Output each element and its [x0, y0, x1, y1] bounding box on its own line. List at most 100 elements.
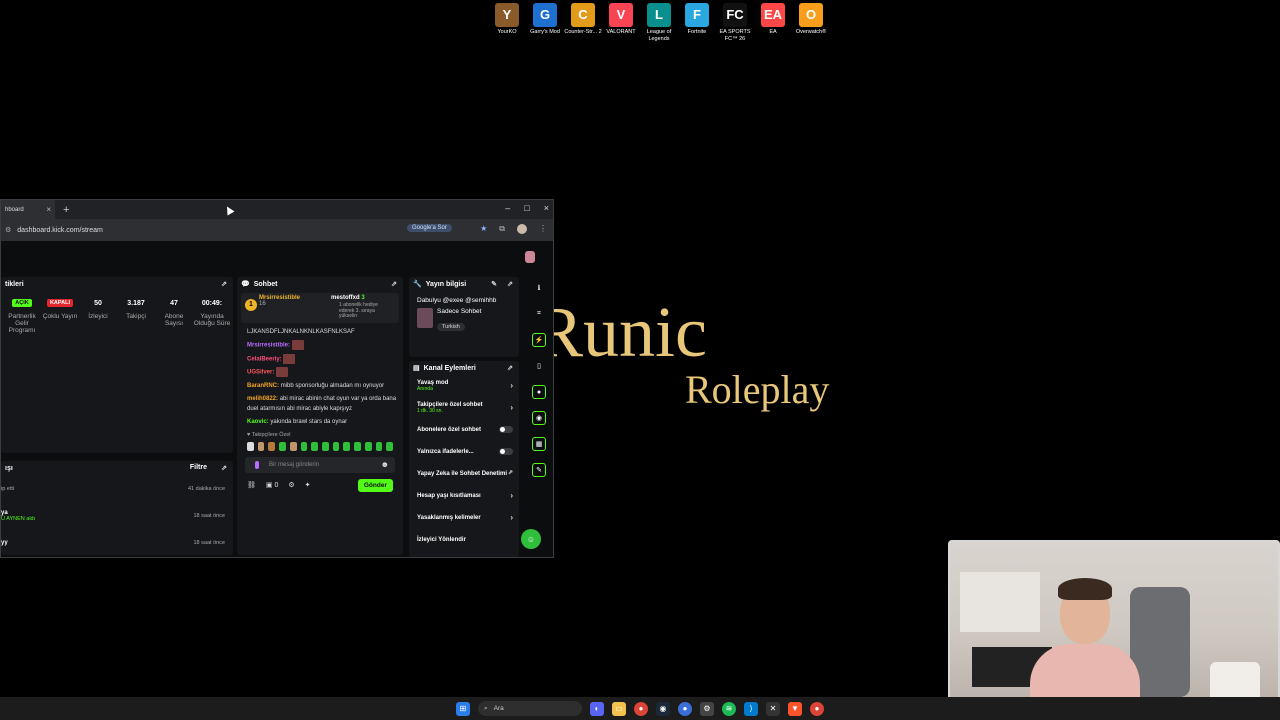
- layout-icon[interactable]: ▦: [532, 437, 546, 451]
- emote-icon[interactable]: [343, 441, 351, 451]
- emote-icon[interactable]: [289, 441, 297, 451]
- support-icon[interactable]: ☺: [521, 529, 541, 549]
- broadcast-icon[interactable]: ◉: [532, 411, 546, 425]
- chat-input[interactable]: Bir mesaj gönderin ☻: [245, 456, 395, 473]
- channel-action-item[interactable]: İzleyici Yönlendir: [409, 529, 519, 551]
- info-icon[interactable]: ℹ: [532, 281, 546, 295]
- maximize-icon[interactable]: □: [524, 203, 529, 213]
- desktop-shortcut[interactable]: Y YourKO: [488, 3, 526, 42]
- desktop-shortcut[interactable]: L League of Legends: [640, 3, 678, 42]
- chevron-right-icon[interactable]: ›: [510, 491, 513, 500]
- toggle-switch[interactable]: [499, 448, 513, 455]
- popout-icon[interactable]: ⇗: [221, 464, 227, 472]
- external-link-icon[interactable]: ⇗: [508, 469, 513, 476]
- chat-username[interactable]: UGSilver:: [247, 370, 274, 376]
- emoji-icon[interactable]: ☻: [381, 460, 389, 469]
- popout-icon[interactable]: ⇗: [507, 364, 513, 372]
- channel-action-item[interactable]: Hesap yaşı kısıtlaması ›: [409, 485, 519, 507]
- chat-username[interactable]: BaranRNC:: [247, 383, 279, 389]
- tab-close-icon[interactable]: ×: [46, 205, 51, 214]
- chat-username[interactable]: Kaovic:: [247, 419, 269, 425]
- discord-icon[interactable]: ◐: [590, 701, 604, 716]
- new-tab-icon[interactable]: +: [63, 204, 69, 216]
- emote-icon[interactable]: [257, 441, 265, 451]
- activity-row[interactable]: ya Ü AYNEN aldı 18 saat önce: [1, 502, 233, 529]
- settings-icon[interactable]: ⚙: [288, 481, 294, 489]
- channel-action-item[interactable]: Takipçilere özel sohbet 1 dk. 30 sn. ›: [409, 397, 519, 419]
- chrome-active-icon[interactable]: ●: [810, 701, 824, 716]
- mic-icon[interactable]: [255, 460, 259, 469]
- spotify-icon[interactable]: ≋: [722, 701, 736, 716]
- desktop-shortcut[interactable]: F Fortnite: [678, 3, 716, 42]
- emote-icon[interactable]: [279, 441, 286, 451]
- start-icon[interactable]: ⊞: [456, 701, 470, 716]
- desktop-shortcut[interactable]: EA EA: [754, 3, 792, 42]
- bookmark-star-icon[interactable]: ★: [480, 224, 487, 234]
- browser-tab[interactable]: hboard ×: [1, 200, 55, 219]
- emote-icon[interactable]: [268, 441, 276, 451]
- steam-icon[interactable]: ◉: [656, 701, 670, 716]
- send-button[interactable]: Gönder: [357, 478, 393, 492]
- url-field[interactable]: dashboard.kick.com/stream: [17, 227, 103, 234]
- chevron-right-icon[interactable]: ›: [510, 381, 513, 390]
- channel-action-item[interactable]: Yasaklanmış kelimeler ›: [409, 507, 519, 529]
- desktop-shortcut[interactable]: FC EA SPORTS FC™ 26: [716, 3, 754, 42]
- desktop-shortcut[interactable]: O Overwatch®: [792, 3, 830, 42]
- points-display[interactable]: ▣ 0: [266, 481, 278, 489]
- toggle-switch[interactable]: [499, 426, 513, 433]
- desktop-shortcut[interactable]: C Counter-Str... 2: [564, 3, 602, 42]
- tools-icon[interactable]: ✎: [532, 463, 546, 477]
- chat-bubble-icon[interactable]: ●: [532, 385, 546, 399]
- chevron-right-icon[interactable]: ›: [510, 403, 513, 412]
- browser-titlebar[interactable]: hboard × + – □ ×: [1, 200, 553, 219]
- popout-icon[interactable]: ⇗: [221, 280, 227, 288]
- channel-action-item[interactable]: Yapay Zeka ile Sohbet Denetimi ⇗: [409, 463, 519, 485]
- popout-icon[interactable]: ⇗: [391, 280, 397, 288]
- channel-action-item[interactable]: Abonelere özel sohbet: [409, 419, 519, 441]
- gift-icon[interactable]: ✦: [305, 481, 311, 489]
- emote-icon[interactable]: [386, 441, 394, 451]
- channel-action-item[interactable]: Yavaş mod Anında ›: [409, 375, 519, 397]
- emote-icon[interactable]: [364, 441, 372, 451]
- site-settings-icon[interactable]: ⚙: [5, 226, 11, 234]
- settings-gear-icon[interactable]: ⚙: [700, 701, 714, 716]
- desktop-shortcut[interactable]: V VALORANT: [602, 3, 640, 42]
- vscode-icon[interactable]: ⟩: [744, 701, 758, 716]
- chrome-icon[interactable]: ●: [634, 701, 648, 716]
- brave-icon[interactable]: ▼: [788, 701, 802, 716]
- pinned-user-2[interactable]: mestoffxd 3: [331, 295, 365, 301]
- document-icon[interactable]: ▯: [532, 359, 546, 373]
- menu-icon[interactable]: ⋮: [539, 224, 547, 234]
- chat-username[interactable]: melih0822:: [247, 396, 278, 402]
- chat-username[interactable]: CelalBeeriy:: [247, 356, 282, 362]
- taskbar-search[interactable]: ⌕ Ara: [478, 701, 582, 716]
- user-avatar[interactable]: [525, 251, 535, 263]
- emote-icon[interactable]: [332, 441, 340, 451]
- profile-avatar[interactable]: [517, 224, 527, 234]
- chat-username[interactable]: Mrsirresistible:: [247, 343, 290, 349]
- popout-icon[interactable]: ⇗: [507, 280, 513, 288]
- activity-row[interactable]: ip etti 41 dakika önce: [1, 475, 233, 502]
- emote-icon[interactable]: [311, 441, 319, 451]
- extensions-icon[interactable]: ⧉: [499, 224, 505, 234]
- edit-icon[interactable]: ✎: [491, 280, 497, 288]
- emote-icon[interactable]: [322, 441, 329, 451]
- folder-icon[interactable]: ▭: [612, 701, 626, 716]
- app-icon[interactable]: ●: [678, 701, 692, 716]
- chevron-right-icon[interactable]: ›: [510, 513, 513, 522]
- desktop-shortcut[interactable]: G Garry's Mod: [526, 3, 564, 42]
- channel-action-item[interactable]: Yalnızca ifadelerle...: [409, 441, 519, 463]
- emote-icon[interactable]: [375, 441, 383, 451]
- activity-row[interactable]: yy 18 saat önce: [1, 529, 233, 556]
- minimize-icon[interactable]: –: [505, 203, 510, 213]
- google-ask-button[interactable]: Google'a Sor: [407, 224, 452, 232]
- link-icon[interactable]: ⛓: [247, 481, 256, 489]
- capcut-icon[interactable]: ✕: [766, 701, 780, 716]
- camera-icon[interactable]: ⌗: [532, 307, 546, 321]
- emote-icon[interactable]: [354, 441, 361, 451]
- emote-icon[interactable]: [247, 441, 254, 451]
- close-icon[interactable]: ×: [544, 203, 549, 213]
- emote-icon[interactable]: [300, 441, 308, 451]
- lightning-icon[interactable]: ⚡: [532, 333, 546, 347]
- filter-button[interactable]: Filtre: [190, 464, 207, 471]
